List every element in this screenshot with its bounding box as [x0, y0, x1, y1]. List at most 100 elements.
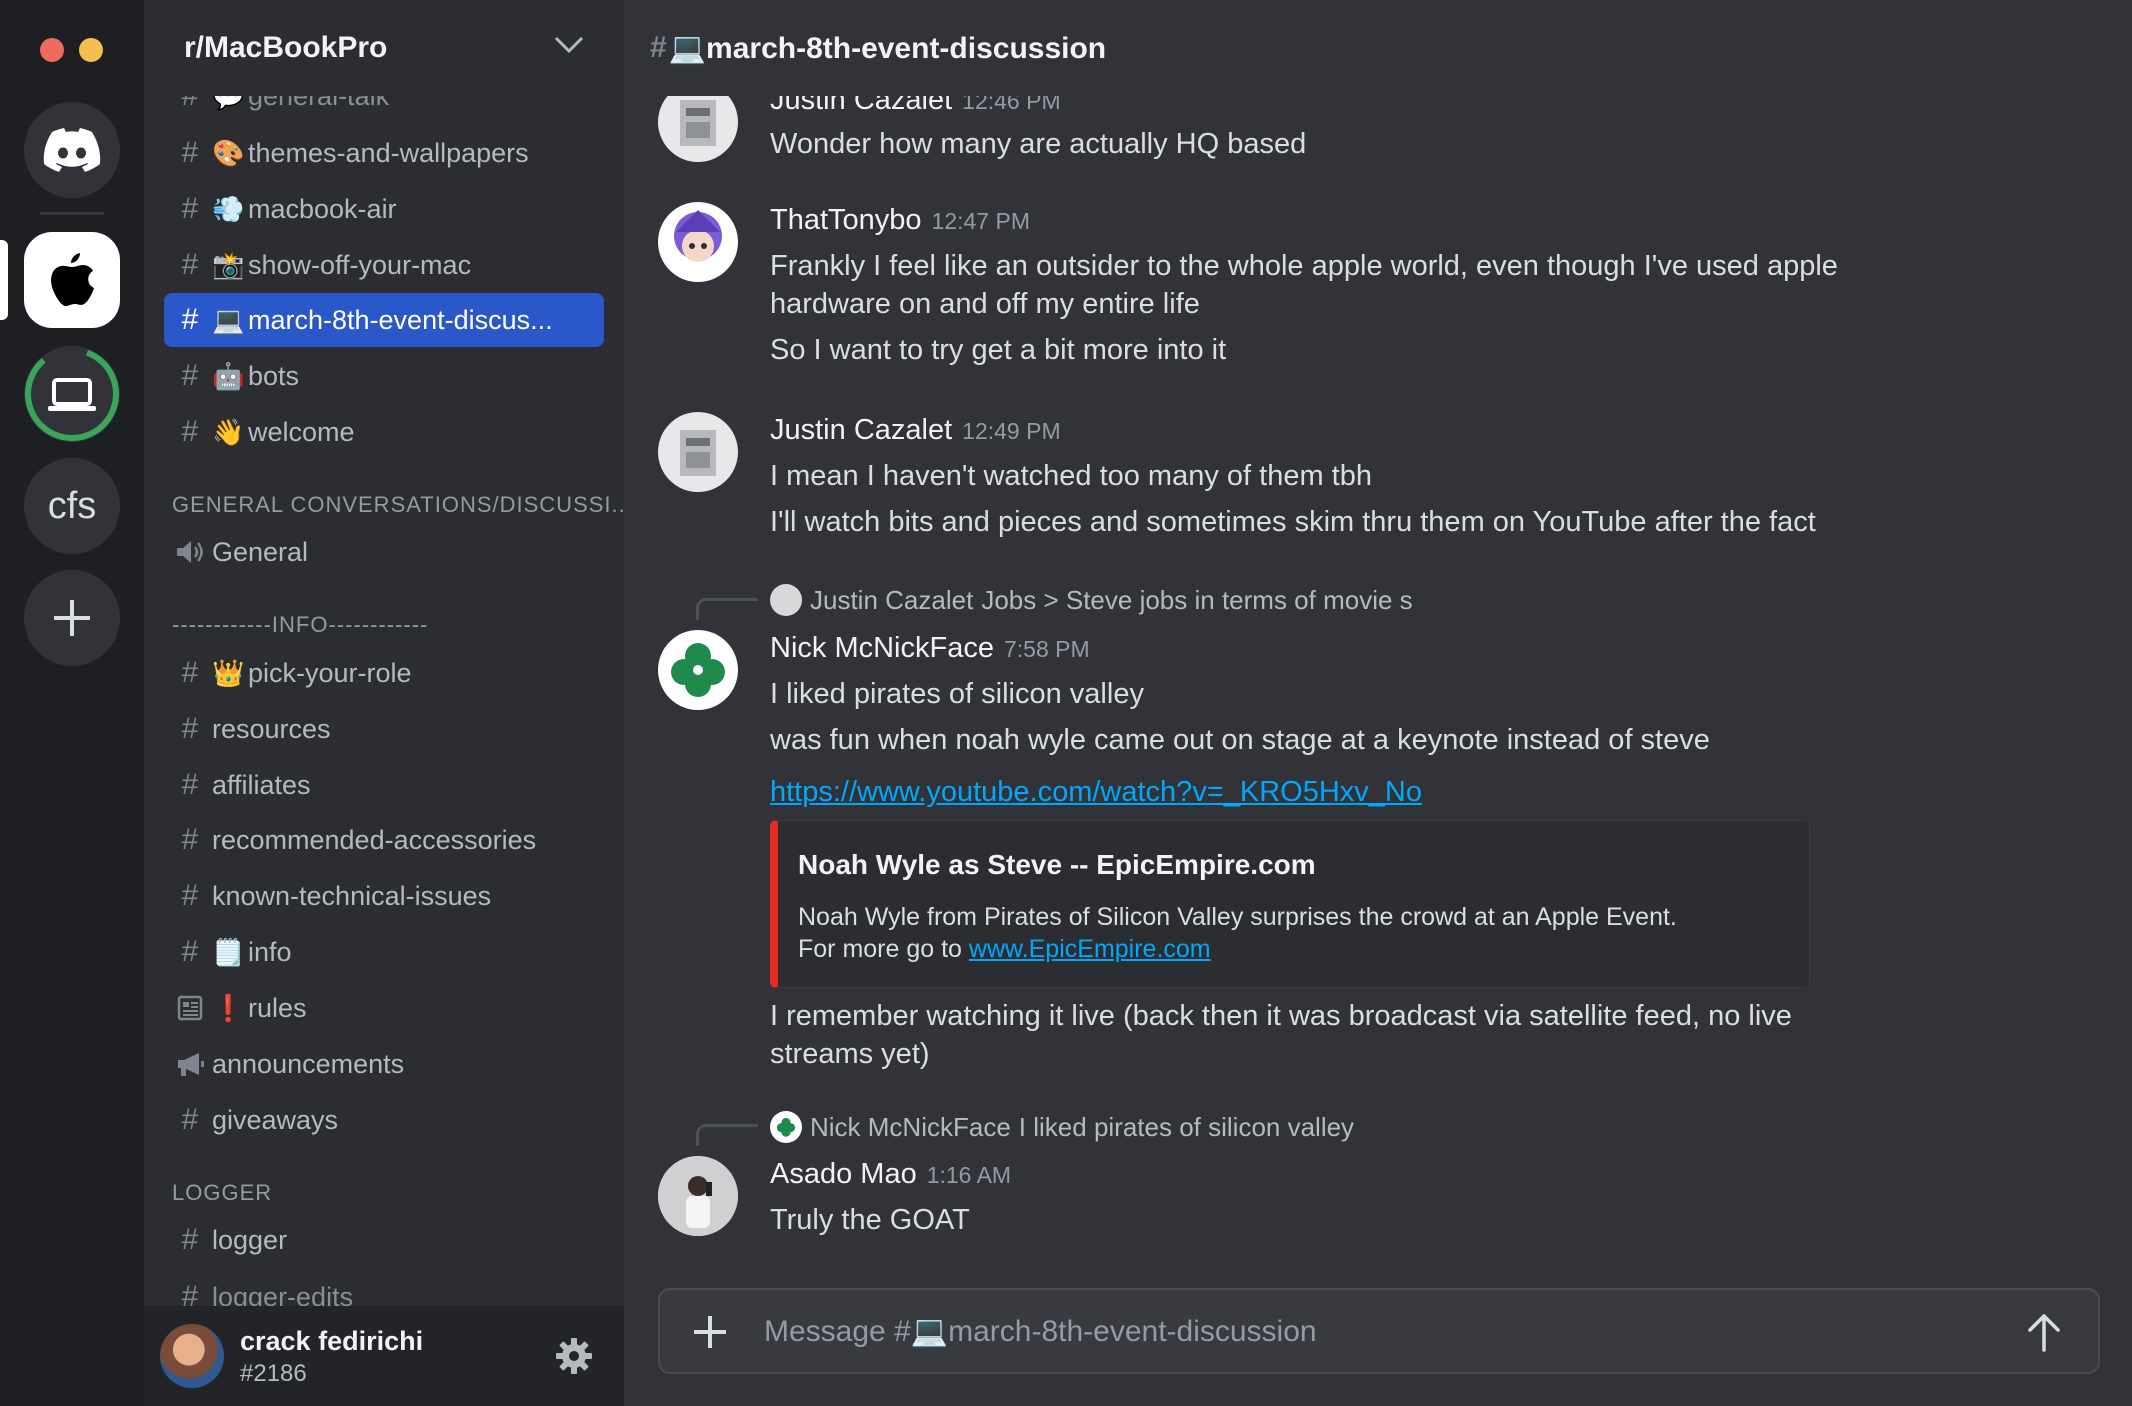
hash-icon: #	[181, 415, 199, 448]
reply-avatar	[770, 584, 802, 616]
reply-author: Justin Cazalet	[810, 584, 974, 615]
message-author[interactable]: Nick McNickFace 7:58 PM	[770, 632, 1090, 665]
attach-plus-icon[interactable]	[690, 1312, 730, 1352]
message-timestamp: 12:49 PM	[962, 418, 1061, 444]
channel-giveaways[interactable]: # giveaways	[164, 1093, 604, 1147]
message-text: Wonder how many are actually HQ based	[770, 128, 1307, 160]
reply-reference[interactable]: Nick McNickFace I liked pirates of silic…	[770, 1111, 1354, 1143]
user-avatar[interactable]	[160, 1324, 224, 1388]
channel-emoji: ❗	[212, 992, 245, 1023]
chat-header: # 💻march-8th-event-discussion	[624, 0, 2132, 96]
voice-channel-general[interactable]: General	[164, 525, 604, 579]
window-close-button[interactable]	[40, 38, 64, 62]
clover-icon	[671, 643, 725, 697]
message-author[interactable]: Asado Mao 1:16 AM	[770, 1158, 1011, 1191]
channel-recommended-accessories[interactable]: # recommended-accessories	[164, 813, 604, 867]
message-input[interactable]	[764, 1304, 2004, 1360]
user-tag: #2186	[240, 1360, 307, 1387]
message-text: was fun when noah wyle came out on stage…	[770, 724, 1710, 756]
server-rail: cfs	[0, 0, 144, 1406]
server-laptop[interactable]	[24, 346, 120, 442]
channel-welcome[interactable]: # 👋 welcome	[164, 405, 604, 459]
speaker-icon	[164, 539, 212, 565]
settings-gear-icon[interactable]	[554, 1336, 594, 1376]
channel-emoji: 🤖	[212, 360, 245, 391]
channel-emoji: 🎨	[212, 137, 245, 168]
channel-label: General	[212, 536, 309, 567]
selected-server-indicator	[0, 240, 8, 320]
channel-label: logger	[212, 1224, 288, 1255]
reply-connector	[696, 1124, 758, 1146]
message-timestamp: 7:58 PM	[1003, 636, 1090, 662]
channel-rules[interactable]: ❗ rules	[164, 981, 604, 1035]
message-text: I remember watching it live (back then i…	[770, 1000, 1792, 1032]
server-name: r/MacBookPro	[184, 31, 388, 64]
channel-label: pick-your-role	[248, 657, 412, 688]
category-general-conversations[interactable]: GENERAL CONVERSATIONS/DISCUSSI...	[172, 492, 624, 518]
channel-macbook-air[interactable]: # 💨 macbook-air	[164, 182, 604, 236]
channel-label: resources	[212, 713, 331, 744]
hash-icon: #	[181, 192, 199, 225]
author-name: ThatTonybo	[770, 204, 922, 236]
discord-logo-icon	[43, 128, 101, 172]
channel-label: recommended-accessories	[212, 824, 537, 855]
channel-emoji: 🗒️	[212, 936, 245, 967]
server-macbookpro[interactable]	[24, 232, 120, 328]
clover-icon	[776, 1117, 796, 1137]
message-composer	[658, 1288, 2100, 1374]
channel-bots[interactable]: # 🤖 bots	[164, 349, 604, 403]
hash-icon: #	[181, 1103, 199, 1136]
channel-info[interactable]: # 🗒️ info	[164, 925, 604, 979]
channel-label: themes-and-wallpapers	[248, 137, 529, 168]
author-name: Nick McNickFace	[770, 632, 994, 664]
message-author[interactable]: ThatTonybo 12:47 PM	[770, 204, 1030, 237]
avatar-thattonybo[interactable]	[658, 202, 738, 282]
add-server-button[interactable]	[24, 570, 120, 666]
user-panel: crack fedirichi #2186	[144, 1306, 624, 1406]
avatar-justin-cazalet[interactable]	[658, 412, 738, 492]
channel-emoji: 👑	[212, 657, 245, 688]
reply-avatar	[770, 1111, 802, 1143]
window-minimize-button[interactable]	[79, 38, 103, 62]
hash-icon: #	[181, 712, 199, 745]
hash-icon: #	[181, 879, 199, 912]
reply-reference[interactable]: Justin Cazalet Jobs > Steve jobs in term…	[770, 584, 1413, 616]
category-info[interactable]: ------------INFO------------	[172, 612, 428, 638]
reply-author: Nick McNickFace	[810, 1111, 1011, 1142]
reply-text: I liked pirates of silicon valley	[1018, 1111, 1355, 1142]
chevron-down-icon	[554, 36, 584, 54]
server-cfs-label: cfs	[47, 484, 97, 527]
avatar-nick-mcnickface[interactable]	[658, 630, 738, 710]
avatar-asado-mao[interactable]	[658, 1156, 738, 1236]
hash-icon: #	[181, 935, 199, 968]
channel-affiliates[interactable]: # affiliates	[164, 758, 604, 812]
channel-emoji: 💻	[212, 304, 245, 335]
plus-icon	[54, 600, 90, 636]
channel-announcements[interactable]: announcements	[164, 1037, 604, 1091]
reply-text: Jobs > Steve jobs in terms of movie s	[981, 584, 1413, 615]
channel-emoji: 💨	[212, 193, 245, 224]
channel-themes-and-wallpapers[interactable]: # 🎨 themes-and-wallpapers	[164, 126, 604, 180]
send-arrow-icon[interactable]	[2024, 1310, 2064, 1354]
message-text: streams yet)	[770, 1038, 930, 1070]
category-logger[interactable]: LOGGER	[172, 1180, 272, 1206]
message-author[interactable]: Justin Cazalet 12:49 PM	[770, 414, 1061, 447]
server-header[interactable]: r/MacBookPro	[144, 0, 624, 96]
channel-resources[interactable]: # resources	[164, 702, 604, 756]
embed-link[interactable]: www.EpicEmpire.com	[969, 935, 1211, 963]
channel-known-technical-issues[interactable]: # known-technical-issues	[164, 869, 604, 923]
server-cfs[interactable]: cfs	[24, 458, 120, 554]
embed-title[interactable]: Noah Wyle as Steve -- EpicEmpire.com	[798, 849, 1316, 881]
message-timestamp: 12:47 PM	[931, 208, 1030, 234]
channel-logger[interactable]: # logger	[164, 1213, 604, 1267]
channel-march-8th-event-discussion[interactable]: # 💻 march-8th-event-discus...	[164, 293, 604, 347]
embed-description: Noah Wyle from Pirates of Silicon Valley…	[798, 903, 1677, 931]
hash-icon: #	[181, 303, 199, 336]
channel-pick-your-role[interactable]: # 👑 pick-your-role	[164, 646, 604, 700]
channel-show-off-your-mac[interactable]: # 📸 show-off-your-mac	[164, 238, 604, 292]
message-link[interactable]: https://www.youtube.com/watch?v=_KRO5Hxv…	[770, 776, 1422, 809]
message-text: So I want to try get a bit more into it	[770, 334, 1227, 366]
hash-icon: #	[181, 248, 199, 281]
home-button[interactable]	[24, 102, 120, 198]
channel-label: known-technical-issues	[212, 880, 492, 911]
